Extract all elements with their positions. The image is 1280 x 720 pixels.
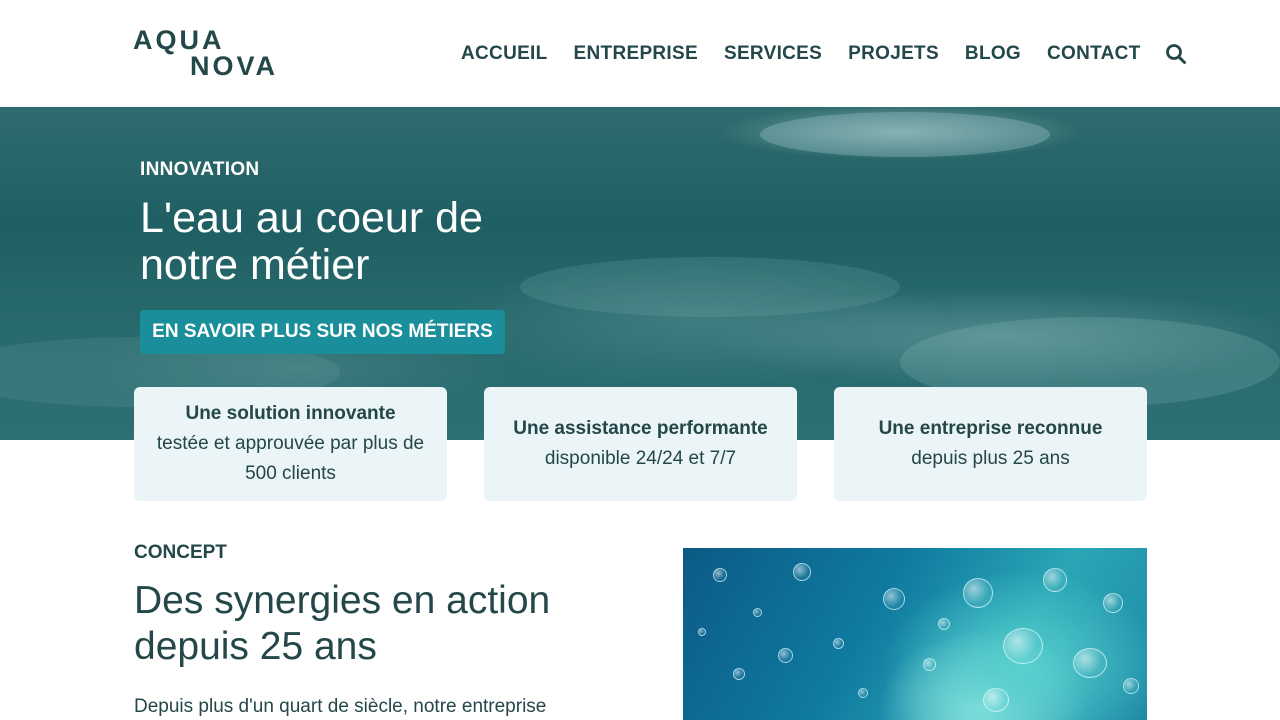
feature-description: testée et approuvée par plus de 500 clie… bbox=[156, 433, 425, 484]
concept-eyebrow: CONCEPT bbox=[134, 542, 227, 563]
bubbles-image bbox=[683, 548, 1147, 720]
wave-decoration bbox=[760, 112, 1050, 157]
nav-item-services[interactable]: SERVICES bbox=[724, 43, 822, 65]
concept-body: Depuis plus d'un quart de siècle, notre … bbox=[134, 696, 547, 717]
wave-decoration bbox=[520, 257, 900, 317]
logo[interactable]: AQUA NOVA bbox=[133, 26, 285, 82]
feature-card: Une solution innovante testée et approuv… bbox=[134, 387, 447, 501]
learn-more-button[interactable]: EN SAVOIR PLUS SUR NOS MÉTIERS bbox=[140, 310, 505, 354]
nav-item-blog[interactable]: BLOG bbox=[965, 43, 1021, 65]
feature-title: Une entreprise reconnue bbox=[878, 418, 1103, 439]
search-icon[interactable] bbox=[1165, 43, 1187, 65]
logo-line-2: NOVA bbox=[190, 51, 279, 81]
feature-card: Une assistance performante disponible 24… bbox=[484, 387, 797, 501]
feature-title: Une assistance performante bbox=[513, 418, 768, 439]
site-header: AQUA NOVA ACCUEIL ENTREPRISE SERVICES PR… bbox=[0, 0, 1280, 107]
feature-card: Une entreprise reconnue depuis plus 25 a… bbox=[834, 387, 1147, 501]
main-nav: ACCUEIL ENTREPRISE SERVICES PROJETS BLOG… bbox=[461, 40, 1187, 68]
nav-item-contact[interactable]: CONTACT bbox=[1047, 43, 1141, 65]
feature-description: disponible 24/24 et 7/7 bbox=[544, 448, 737, 469]
nav-item-accueil[interactable]: ACCUEIL bbox=[461, 43, 548, 65]
nav-item-entreprise[interactable]: ENTREPRISE bbox=[574, 43, 698, 65]
hero-eyebrow: INNOVATION bbox=[140, 159, 260, 180]
feature-title: Une solution innovante bbox=[185, 403, 396, 424]
feature-description: depuis plus 25 ans bbox=[911, 448, 1070, 469]
nav-item-projets[interactable]: PROJETS bbox=[848, 43, 939, 65]
logo-line-1: AQUA bbox=[133, 25, 225, 55]
hero-title: L'eau au coeur de notre métier bbox=[140, 194, 483, 289]
concept-title: Des synergies en action depuis 25 ans bbox=[134, 579, 551, 668]
